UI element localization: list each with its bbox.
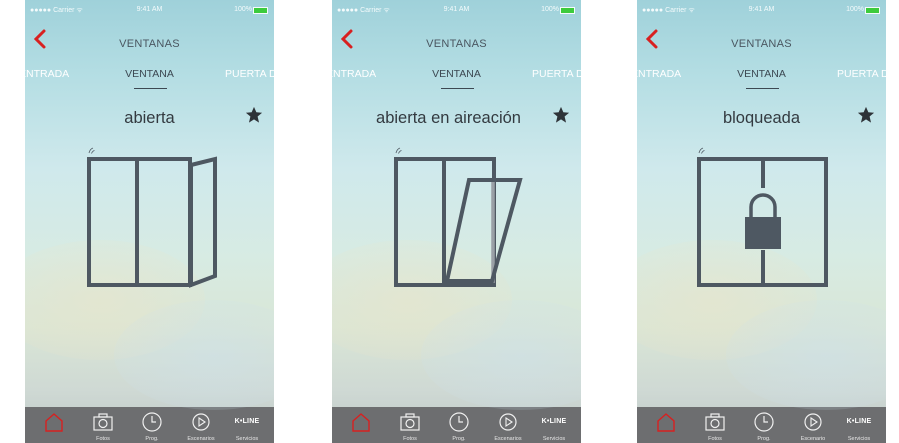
play-icon [804,413,822,431]
tab-underline [441,88,474,89]
window-illustration[interactable] [25,140,274,300]
play-icon [499,413,517,431]
nav-bar: VENTANAS [332,22,581,62]
clock-icon [142,412,162,432]
tab-puerta[interactable]: PUERTA DE [837,68,886,80]
battery-label: 100% [234,6,252,13]
tabbar-home[interactable] [336,407,386,443]
home-icon [45,413,63,432]
status-bar: ●●●●● Carrier ᯤ 9:41 AM 100% [25,0,274,22]
phone-screen-open: ●●●●● Carrier ᯤ 9:41 AM 100% VENTANAS EN… [25,0,274,443]
tabbar-servicios[interactable]: K•LINE Servicios [222,407,272,443]
signal-icon [88,147,95,154]
tab-bar: Fotos Prog. Escenario K•LINE Servicios [637,407,886,443]
window-state-label: bloqueada [722,109,801,127]
kline-logo: K•LINE [846,418,872,425]
tabbar-fotos[interactable]: Fotos [78,407,128,443]
favorite-star-icon[interactable] [245,106,263,124]
battery-label: 100% [846,6,864,13]
signal-icon [395,147,402,154]
status-bar: ●●●●● Carrier ᯤ 9:41 AM 100% [332,0,581,22]
home-icon [657,413,675,432]
nav-bar: VENTANAS [637,22,886,62]
tab-underline [746,88,779,89]
tabbar-home[interactable] [641,407,691,443]
phone-screen-tilted: ●●●●● Carrier ᯤ 9:41 AM 100% VENTANAS EN… [332,0,581,443]
tabbar-fotos[interactable]: Fotos [690,407,740,443]
battery-icon [253,7,268,14]
page-title: VENTANAS [119,38,180,50]
status-bar: ●●●●● Carrier ᯤ 9:41 AM 100% [637,0,886,22]
favorite-star-icon[interactable] [552,106,570,124]
camera-icon [705,413,725,431]
page-title: VENTANAS [426,38,487,50]
page-title: VENTANAS [731,38,792,50]
tab-bar: Fotos Prog. Escenarios K•LINE Servicios [332,407,581,443]
tabbar-servicios[interactable]: K•LINE Servicios [834,407,884,443]
phone-screen-locked: ●●●●● Carrier ᯤ 9:41 AM 100% VENTANAS EN… [637,0,886,443]
kline-logo: K•LINE [541,418,567,425]
battery-icon [560,7,575,14]
window-illustration[interactable] [637,140,886,300]
nav-bar: VENTANAS [25,22,274,62]
tabbar-servicios[interactable]: K•LINE Servicios [529,407,579,443]
padlock-icon [745,193,781,249]
window-state-label: abierta [124,109,175,127]
favorite-star-icon[interactable] [857,106,875,124]
tabbar-escenarios[interactable]: Escenario [788,407,838,443]
tabbar-escenarios[interactable]: Escenarios [176,407,226,443]
battery-icon [865,7,880,14]
window-illustration[interactable] [332,140,581,300]
tabbar-prog[interactable]: Prog. [127,407,177,443]
home-icon [352,413,370,432]
device-tabs: ENTRADA VENTANA PUERTA DE [25,62,274,92]
device-tabs: ENTRADA VENTANA PUERTA DE [637,62,886,92]
signal-icon [698,147,705,154]
camera-icon [93,413,113,431]
tabbar-home[interactable] [29,407,79,443]
camera-icon [400,413,420,431]
tab-underline [134,88,167,89]
tabbar-prog[interactable]: Prog. [739,407,789,443]
tab-puerta[interactable]: PUERTA DE [225,68,274,80]
tabbar-escenarios[interactable]: Escenarios [483,407,533,443]
play-icon [192,413,210,431]
kline-logo: K•LINE [234,418,260,425]
clock-icon [449,412,469,432]
tabbar-fotos[interactable]: Fotos [385,407,435,443]
device-tabs: ENTRADA VENTANA PUERTA DE [332,62,581,92]
clock-icon [754,412,774,432]
window-state-label: abierta en aireación [376,109,521,127]
tabbar-prog[interactable]: Prog. [434,407,484,443]
battery-label: 100% [541,6,559,13]
tab-puerta[interactable]: PUERTA DE [532,68,581,80]
tab-bar: Fotos Prog. Escenarios K•LINE Servicios [25,407,274,443]
